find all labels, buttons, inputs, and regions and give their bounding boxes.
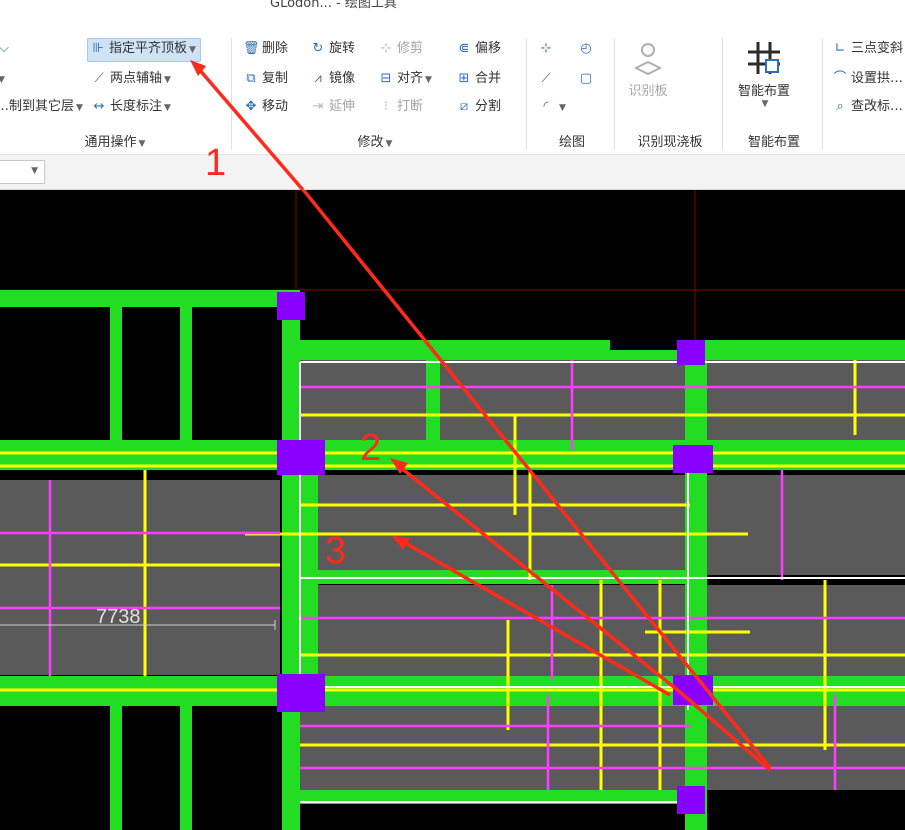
- partial-clipped-dropdown[interactable]: ▼: [0, 68, 5, 90]
- smart-layout-button[interactable]: 智能布置 ▼: [728, 38, 800, 109]
- rotate-button[interactable]: ↻ 旋转: [310, 38, 355, 60]
- flush-slab-icon: ⊪: [92, 41, 104, 56]
- draw-group-label: 绘图: [558, 135, 585, 150]
- draw-arc-button[interactable]: ◜ ▼: [538, 96, 566, 118]
- merge-button[interactable]: ⊞ 合并: [456, 68, 501, 90]
- draw-point-button[interactable]: ⊹: [538, 38, 557, 60]
- chevron-down-icon: ▼: [0, 75, 5, 85]
- move-button[interactable]: ✥ 移动: [243, 96, 288, 118]
- smart-layout-icon: [728, 38, 800, 80]
- recognize-cast-slab-group-label: 识别现浇板: [637, 135, 703, 150]
- arc-icon: ◜: [543, 99, 549, 114]
- draw-rect-button[interactable]: ▢: [578, 68, 597, 90]
- split-icon: ⧄: [459, 99, 469, 114]
- chevron-down-icon: ▼: [31, 166, 38, 176]
- chevron-down-icon: ▼: [559, 103, 566, 113]
- two-point-aux-axis-button[interactable]: ⟋ 两点辅轴 ▼: [91, 68, 171, 90]
- align-button[interactable]: ⊟ 对齐 ▼: [378, 68, 432, 90]
- extend-icon: ⇥: [312, 99, 324, 114]
- mirror-button[interactable]: ⩘ 镜像: [310, 68, 355, 90]
- set-flush-top-slab-button[interactable]: ⊪ 指定平齐顶板 ▼: [87, 38, 201, 62]
- break-button[interactable]: ⁝ 打断: [378, 96, 423, 118]
- general-ops-group-label[interactable]: 通用操作 ▼: [40, 131, 190, 150]
- draw-line-button[interactable]: ⟋: [538, 68, 557, 90]
- trash-icon: 🗑: [243, 41, 260, 56]
- recognize-slab-icon: [618, 38, 678, 80]
- split-button[interactable]: ⧄ 分割: [456, 96, 501, 118]
- check-edit-label-button[interactable]: ⌕ 查改标…: [832, 96, 903, 118]
- group-divider: [822, 38, 823, 150]
- rotate-icon: ↻: [312, 41, 324, 56]
- chevron-down-icon: ▼: [164, 103, 171, 113]
- align-icon: ⊟: [380, 71, 392, 86]
- draw-circle-button[interactable]: ◴: [578, 38, 597, 60]
- group-divider: [231, 38, 232, 150]
- point-icon: ⊹: [540, 41, 552, 56]
- ribbon-toolbar: ⌵ ▼ …制到其它层 ▼ ⊪ 指定平齐顶板 ▼ ⟋ 两点辅轴 ▼ ↔ 长度标注 ▼ 通用操作 ▼…: [0, 32, 905, 155]
- trim-icon: ⊹: [380, 41, 392, 56]
- annotation-number-2: 2: [360, 427, 381, 469]
- chevron-down-icon: ▼: [761, 99, 769, 109]
- smart-layout-group-label: 智能布置: [747, 135, 800, 150]
- chevron-down-icon: ▼: [164, 75, 171, 85]
- copy-button[interactable]: ⧉ 复制: [243, 68, 288, 90]
- corner-icon: ∟: [834, 41, 846, 56]
- title-bar: GLodon... - 绘图工具: [0, 0, 905, 32]
- rectangle-icon: ▢: [579, 71, 593, 86]
- line-icon: ⟋: [541, 71, 551, 86]
- move-icon: ✥: [245, 99, 257, 114]
- copy-to-other-floor-button[interactable]: …制到其它层 ▼: [0, 96, 83, 118]
- recognize-slab-button[interactable]: 识别板: [618, 38, 678, 99]
- chevron-down-icon: ▼: [425, 75, 432, 85]
- dimension-text: 7738: [96, 606, 141, 628]
- length-dimension-button[interactable]: ↔ 长度标注 ▼: [91, 96, 171, 118]
- copy-to-other-floor-label: …制到其它层: [0, 99, 75, 114]
- arch-icon: ⌒: [833, 71, 847, 86]
- set-arch-button[interactable]: ⌒ 设置拱…: [832, 68, 903, 90]
- two-point-aux-axis-label: 两点辅轴: [110, 71, 163, 86]
- chevron-down-icon: ▼: [138, 139, 146, 149]
- property-bar: ▼: [0, 155, 905, 190]
- modify-group-label[interactable]: 修改 ▼: [330, 131, 420, 150]
- extend-button[interactable]: ⇥ 延伸: [310, 96, 355, 118]
- window-title: GLodon... - 绘图工具: [270, 0, 397, 11]
- group-divider: [526, 38, 527, 150]
- aux-axis-icon: ⟋: [94, 71, 104, 86]
- clipped-icon: ⌵: [0, 41, 9, 56]
- drawing-canvas[interactable]: 7738 2 3: [0, 190, 905, 830]
- dimension-icon: ↔: [93, 99, 105, 114]
- annotation-number-3: 3: [325, 530, 346, 572]
- delete-button[interactable]: 🗑 删除: [243, 38, 288, 60]
- three-point-slope-button[interactable]: ∟ 三点变斜: [832, 38, 903, 60]
- copy-icon: ⧉: [246, 71, 256, 86]
- layer-select[interactable]: ▼: [0, 160, 45, 184]
- circle-icon: ◴: [580, 41, 592, 56]
- set-flush-top-slab-label: 指定平齐顶板: [109, 41, 188, 56]
- smart-layout-label: 智能布置: [737, 84, 790, 99]
- partial-clipped-icon: ⌵: [0, 38, 15, 60]
- chevron-down-icon: ▼: [189, 45, 196, 55]
- group-divider: [614, 38, 615, 150]
- merge-icon: ⊞: [458, 71, 470, 86]
- break-icon: ⁝: [383, 99, 389, 114]
- offset-icon: ⋐: [458, 41, 470, 56]
- chevron-down-icon: ▼: [76, 103, 83, 113]
- recognize-slab-label: 识别板: [628, 84, 668, 99]
- trim-button[interactable]: ⊹ 修剪: [378, 38, 423, 60]
- chevron-down-icon: ▼: [385, 139, 393, 149]
- length-dimension-label: 长度标注: [110, 99, 163, 114]
- search-label-icon: ⌕: [836, 99, 844, 114]
- mirror-icon: ⩘: [314, 71, 322, 86]
- offset-button[interactable]: ⋐ 偏移: [456, 38, 501, 60]
- group-divider: [722, 38, 723, 150]
